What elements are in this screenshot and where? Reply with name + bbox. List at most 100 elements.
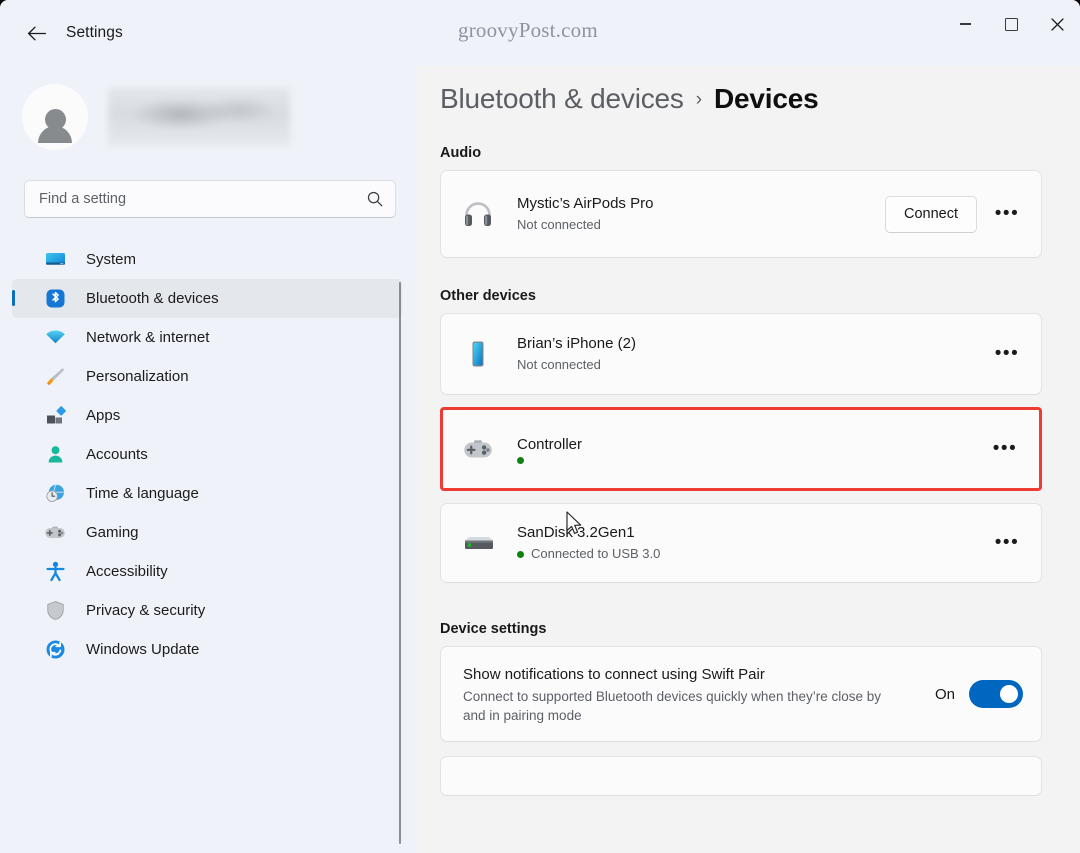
search-icon[interactable] <box>367 191 383 207</box>
drive-icon <box>457 522 499 564</box>
section-title-device-settings: Device settings <box>440 621 547 637</box>
content-pane: Bluetooth & devices › Devices Audio Myst… <box>418 66 1080 853</box>
close-button[interactable] <box>1034 0 1080 48</box>
maximize-button[interactable] <box>988 0 1034 48</box>
chevron-right-icon: › <box>695 89 703 110</box>
back-button[interactable] <box>18 15 54 51</box>
setting-row-partial[interactable] <box>440 756 1042 796</box>
more-options-button[interactable]: ••• <box>991 338 1023 370</box>
device-row-sandisk[interactable]: SanDisk 3.2Gen1 Connected to USB 3.0 ••• <box>440 503 1042 583</box>
person-icon <box>44 444 66 466</box>
bluetooth-icon <box>44 288 66 310</box>
device-name: SanDisk 3.2Gen1 <box>517 524 635 541</box>
search-box[interactable] <box>24 180 396 218</box>
sidebar-item-windows-update[interactable]: Windows Update <box>12 630 402 669</box>
device-row-controller[interactable]: Controller ••• <box>440 407 1042 491</box>
phone-icon <box>457 333 499 375</box>
more-options-button[interactable]: ••• <box>989 433 1021 465</box>
sidebar-item-label: System <box>86 251 137 268</box>
page-title: Devices <box>714 83 819 114</box>
device-name: Mystic’s AirPods Pro <box>517 195 654 212</box>
sidebar-item-label: Apps <box>86 407 121 424</box>
device-name: Brian’s iPhone (2) <box>517 335 636 352</box>
headphones-icon <box>457 193 499 235</box>
window-controls <box>942 0 1080 48</box>
sidebar: System Bluetooth & devices <box>0 66 418 853</box>
sidebar-item-system[interactable]: System <box>12 240 402 279</box>
sidebar-item-label: Bluetooth & devices <box>86 290 219 307</box>
sidebar-nav: System Bluetooth & devices Network & int… <box>0 240 418 669</box>
avatar-body <box>38 125 72 143</box>
sidebar-item-label: Accessibility <box>86 563 168 580</box>
clock-globe-icon <box>44 483 66 505</box>
gamepad-icon <box>457 428 499 470</box>
sidebar-item-label: Personalization <box>86 368 189 385</box>
sidebar-item-label: Windows Update <box>86 641 200 658</box>
setting-description: Connect to supported Bluetooth devices q… <box>463 688 881 723</box>
device-status-text: Connected to USB 3.0 <box>531 546 661 561</box>
device-info: SanDisk 3.2Gen1 Connected to USB 3.0 <box>517 523 991 563</box>
toggle-state-label: On <box>934 685 955 703</box>
breadcrumb-parent-link[interactable]: Bluetooth & devices <box>440 83 684 115</box>
device-status-text: Not connected <box>517 357 601 372</box>
sidebar-item-network-internet[interactable]: Network & internet <box>12 318 402 357</box>
back-arrow-icon <box>27 26 46 41</box>
sidebar-item-label: Privacy & security <box>86 602 206 619</box>
update-icon <box>44 639 66 661</box>
more-options-button[interactable]: ••• <box>991 527 1023 559</box>
sidebar-item-label: Gaming <box>86 524 139 541</box>
sidebar-scrollbar[interactable] <box>399 282 401 844</box>
app-title: Settings <box>66 24 123 41</box>
connect-button[interactable]: Connect <box>884 195 977 233</box>
status-dot-connected <box>517 550 524 558</box>
paintbrush-icon <box>44 366 66 388</box>
sidebar-item-label: Network & internet <box>86 329 210 346</box>
gamepad-icon <box>44 522 66 544</box>
minimize-button[interactable] <box>942 0 988 48</box>
sidebar-item-accounts[interactable]: Accounts <box>12 435 402 474</box>
device-status <box>517 456 989 464</box>
monitor-icon <box>44 249 66 271</box>
shield-icon <box>44 600 66 622</box>
section-title-other-devices: Other devices <box>440 288 536 304</box>
profile-name-redacted <box>108 88 290 146</box>
device-status: Not connected <box>517 216 885 234</box>
avatar <box>22 84 88 150</box>
profile-section[interactable] <box>22 84 418 150</box>
sidebar-item-personalization[interactable]: Personalization <box>12 357 402 396</box>
close-icon <box>1050 17 1064 31</box>
setting-row-swift-pair[interactable]: Show notifications to connect using Swif… <box>440 646 1042 742</box>
setting-info: Show notifications to connect using Swif… <box>463 650 935 739</box>
device-row-airpods[interactable]: Mystic’s AirPods Pro Not connected Conne… <box>440 170 1042 258</box>
wifi-icon <box>44 327 66 349</box>
toggle-knob <box>1000 685 1018 703</box>
device-name: Controller <box>517 435 583 453</box>
sidebar-item-label: Accounts <box>86 446 148 463</box>
search-input[interactable] <box>39 191 367 207</box>
section-title-audio: Audio <box>440 145 482 161</box>
status-dot-connected <box>517 456 524 464</box>
sidebar-item-privacy-security[interactable]: Privacy & security <box>12 591 402 630</box>
swift-pair-toggle[interactable] <box>969 680 1023 708</box>
device-info: Brian’s iPhone (2) Not connected <box>517 334 991 374</box>
device-row-iphone[interactable]: Brian’s iPhone (2) Not connected ••• <box>440 313 1042 395</box>
device-status-text: Not connected <box>517 217 601 232</box>
accessibility-icon <box>44 561 66 583</box>
sidebar-item-apps[interactable]: Apps <box>12 396 402 435</box>
sidebar-item-label: Time & language <box>86 485 199 502</box>
sidebar-item-bluetooth-devices[interactable]: Bluetooth & devices <box>12 279 402 318</box>
sidebar-item-gaming[interactable]: Gaming <box>12 513 402 552</box>
sidebar-item-time-language[interactable]: Time & language <box>12 474 402 513</box>
watermark: groovyPost.com <box>458 18 598 42</box>
apps-icon <box>44 405 66 427</box>
settings-window: Settings groovyPost.com Find a setting S… <box>0 0 1080 853</box>
title-bar: Settings groovyPost.com <box>0 0 1080 66</box>
device-info: Mystic’s AirPods Pro Not connected <box>517 194 885 234</box>
sidebar-item-accessibility[interactable]: Accessibility <box>12 552 402 591</box>
breadcrumb: Bluetooth & devices › Devices <box>440 83 1080 115</box>
device-info: Controller <box>517 435 989 464</box>
more-options-button[interactable]: ••• <box>991 198 1023 230</box>
setting-title: Show notifications to connect using Swif… <box>463 665 765 683</box>
device-status: Connected to USB 3.0 <box>517 545 991 563</box>
device-status: Not connected <box>517 356 991 374</box>
